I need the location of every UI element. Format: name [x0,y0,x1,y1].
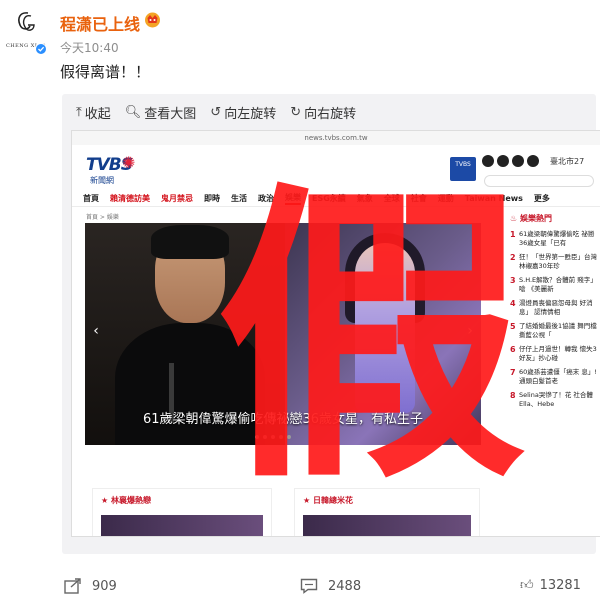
nav-item: 首頁 [83,194,99,203]
card-title-text: 林襄爆熱戀 [110,496,151,505]
tvbs-logo: TVBS 新聞網 ✺ [86,153,142,187]
hot-news-title: ♨ 娛樂熱門 [510,213,600,224]
comment-button[interactable]: 2488 [300,578,361,594]
rotate-left-icon: ↺ [210,104,222,120]
nav-item: 更多 [533,194,550,203]
hot-news-title-text: 娛樂熱門 [519,214,552,223]
fake-stamp: 假 [216,159,526,520]
rotate-left-button[interactable]: ↺ 向左旋转 [210,100,276,124]
like-count: 13281 [539,578,581,593]
prev-arrow-icon: ‹ [93,323,99,339]
hot-text: 湯燈員喪偏惡怨母與 好消息」 認情情相 [519,299,593,316]
collapse-button[interactable]: ⤒ 收起 [76,100,111,124]
share-icon [64,578,81,594]
hot-num: 1 [510,230,516,239]
hot-item: 2 狂！「世界第一甦臣」台灣 林襯嘉30年珍 [510,253,600,271]
hot-num: 4 [510,299,516,308]
member-badge-icon [145,12,160,28]
verified-icon [35,43,47,55]
breadcrumb: 首頁 > 娛樂 [86,214,119,221]
hot-text: 61歲梁朝偉驚爆偷吃 祕戀36歲女星「已有 [519,230,595,247]
hot-text: 了結婚婚最後1協議 舞門檔 撕藍公視「 [519,322,597,339]
share-count: 909 [92,578,117,594]
hot-item: 3 S.H.E解散？合體前 賤字」 嗆 《美麗新 [510,276,600,294]
weather-city: 臺北市27 [550,157,585,166]
comment-count: 2488 [328,578,362,594]
hot-num: 6 [510,345,516,354]
like-button[interactable]: 👍︎ 13281 [520,578,581,593]
rotate-left-label: 向左旋转 [224,106,277,122]
like-icon: 👍︎ [520,578,534,593]
hot-text: S.H.E解散？合體前 賤字」 嗆 《美麗新 [519,276,597,293]
comment-icon [300,578,318,594]
hot-item: 1 61歲梁朝偉驚爆偷吃 祕戀36歲女星「已有 [510,230,600,248]
hot-item: 5 了結婚婚最後1協議 舞門檔 撕藍公視「 [510,322,600,340]
author-name[interactable]: 程潇已上线 [60,11,140,35]
hot-item: 6 仔仔上月過世！轉我 懷失3好友」抄心碰 [510,345,600,363]
hot-text: 60歲孫芸遭僵「癌末 息」!通頭白髮首老 [519,368,597,385]
nav-item: 賴清德訪美 [110,194,150,203]
brand-sub: 新聞網 [90,176,114,185]
collapse-label: 收起 [84,106,111,122]
nav-item: 鬼月禁忌 [161,194,193,203]
rotate-right-button[interactable]: ↻ 向右旋转 [290,100,356,124]
flame-icon: ♨ [510,214,518,223]
rotate-right-label: 向右旋转 [304,106,357,122]
hot-num: 3 [510,276,516,285]
hot-text: 狂！「世界第一甦臣」台灣 林襯嘉30年珍 [519,253,597,270]
hot-num: 8 [510,391,516,400]
post-text: 假得离谱！！ [60,63,151,81]
line-icon [512,155,524,167]
hot-text: Selina哭慘了！花 社合體Ella、Hebe [519,391,593,408]
hot-item: 4 湯燈員喪偏惡怨母與 好消息」 認情情相 [510,299,600,317]
hot-news-panel: ♨ 娛樂熱門 1 61歲梁朝偉驚爆偷吃 祕戀36歲女星「已有 2 狂！「世界第一甦臣… [510,213,600,513]
logo-mark-icon [18,12,35,31]
viewer-toolbar: ⤒ 收起 🔍︎ 查看大图 ↺ 向左旋转 ↻ 向右旋转 [62,94,596,130]
hot-num: 5 [510,322,516,331]
hot-text: 仔仔上月過世！轉我 懷失3好友」抄心碰 [519,345,597,362]
url-bar: news.tvbs.com.tw [72,131,600,145]
hot-num: 2 [510,253,516,262]
view-large-label: 查看大图 [144,106,197,122]
twitter-icon [527,155,539,167]
view-large-button[interactable]: 🔍︎ 查看大图 [125,100,197,124]
collapse-icon: ⤒ [76,104,82,120]
share-button[interactable]: 909 [64,578,117,594]
zoom-icon: 🔍︎ [124,104,142,120]
hot-item: 7 60歲孫芸遭僵「癌末 息」!通頭白髮首老 [510,368,600,386]
post-time: 今天10:40 [60,41,119,55]
hot-item: 8 Selina哭慘了！花 社合體Ella、Hebe [510,391,600,409]
hot-num: 7 [510,368,516,377]
brand-burst-icon: ✺ [122,153,136,172]
rotate-right-icon: ↻ [290,104,302,120]
